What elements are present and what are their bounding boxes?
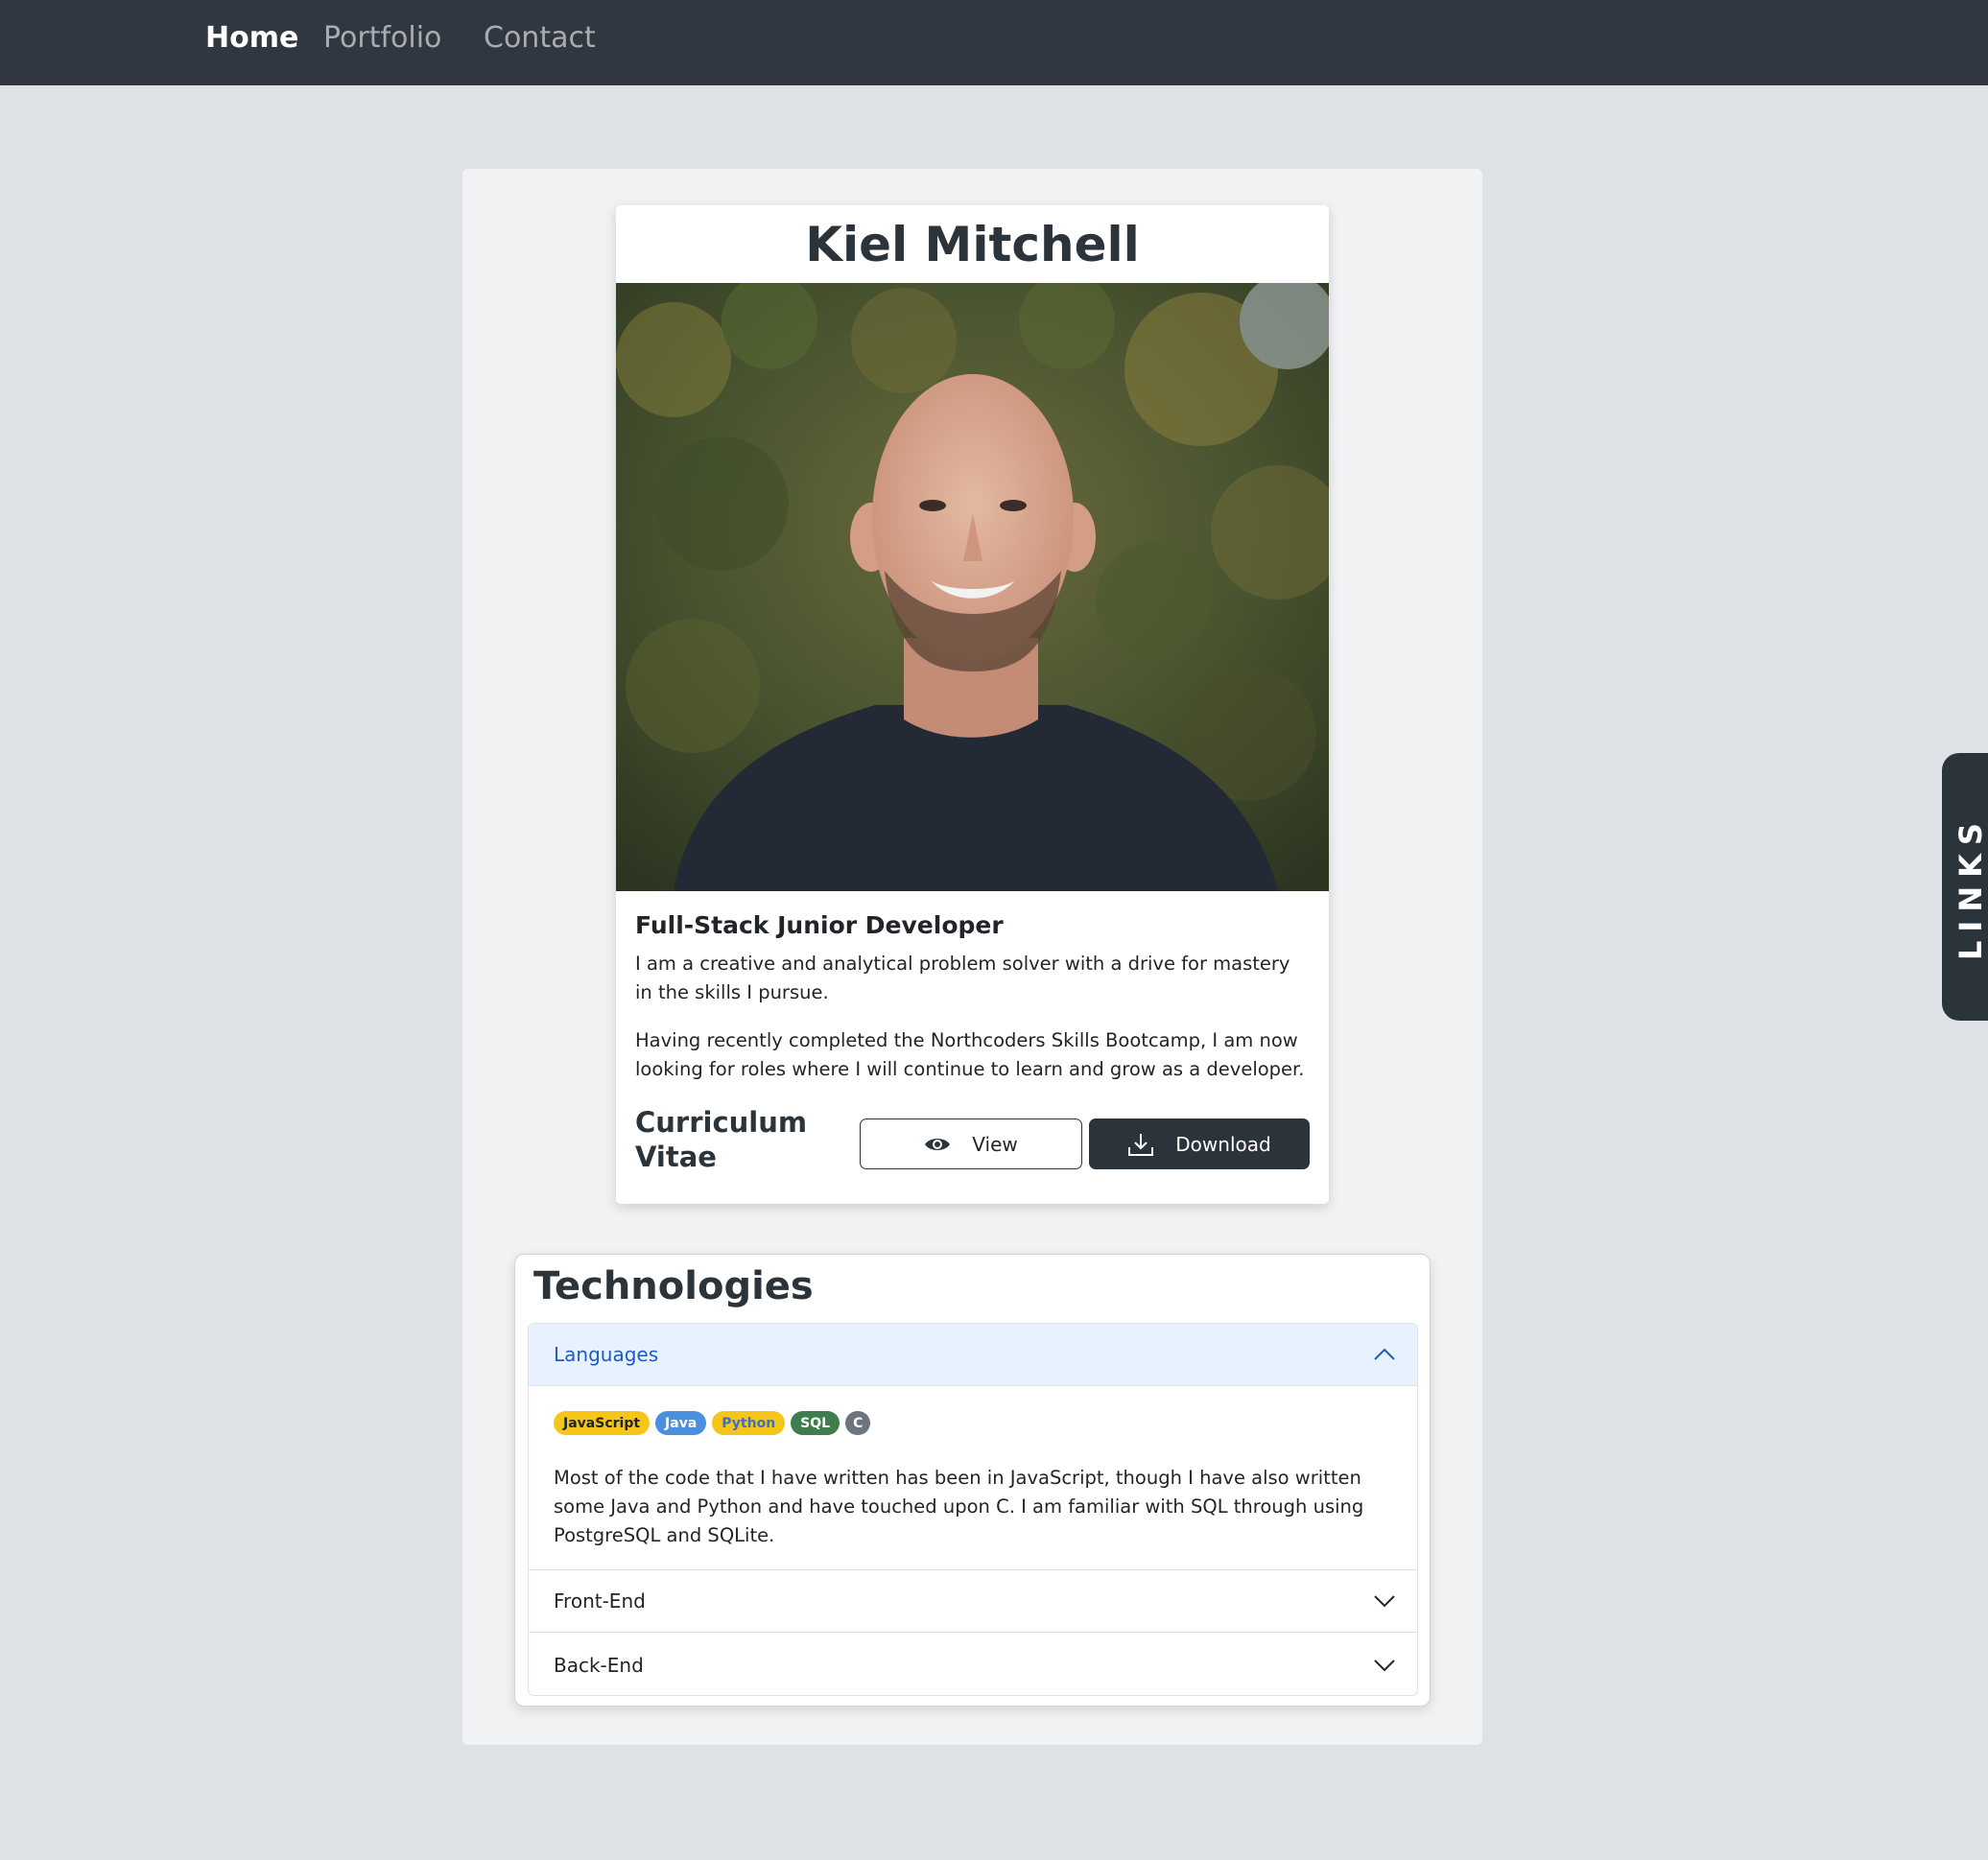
badge-c: C [845, 1411, 871, 1435]
technologies-accordion: Languages JavaScript Java Python SQL C M… [528, 1323, 1418, 1696]
links-tab-label: LINKS [1952, 813, 1988, 960]
view-cv-button[interactable]: View [860, 1118, 1082, 1169]
language-badges: JavaScript Java Python SQL C [554, 1411, 871, 1435]
languages-description: Most of the code that I have written has… [554, 1467, 1364, 1546]
accordion-body-languages: JavaScript Java Python SQL C Most of the… [529, 1386, 1417, 1570]
badge-java: Java [655, 1411, 707, 1435]
badge-python: Python [712, 1411, 786, 1435]
cv-label: Curriculum Vitae [635, 1106, 808, 1173]
technologies-title: Technologies [533, 1264, 814, 1308]
accordion-label-languages: Languages [554, 1343, 659, 1366]
badge-javascript: JavaScript [554, 1411, 651, 1435]
chevron-down-icon [1373, 1594, 1396, 1608]
accordion-label-front-end: Front-End [554, 1589, 646, 1613]
links-side-tab[interactable]: LINKS [1942, 753, 1988, 1021]
technologies-card: Technologies Languages JavaScript Java P… [514, 1254, 1431, 1707]
badge-sql: SQL [791, 1411, 840, 1435]
job-title: Full-Stack Junior Developer [635, 911, 1004, 939]
download-cv-label: Download [1175, 1132, 1271, 1156]
top-navbar: Home Portfolio Contact [0, 0, 1988, 85]
nav-link-contact[interactable]: Contact [484, 0, 596, 76]
profile-card: Kiel Mitchell Full-Stack Junior Develope… [616, 205, 1329, 1204]
chevron-down-icon [1373, 1659, 1396, 1672]
bio-paragraph-2: Having recently completed the Northcoder… [635, 1029, 1305, 1080]
download-cv-button[interactable]: Download [1089, 1118, 1310, 1169]
accordion-label-back-end: Back-End [554, 1653, 644, 1677]
accordion-header-back-end[interactable]: Back-End [529, 1634, 1417, 1695]
accordion-header-languages[interactable]: Languages [529, 1324, 1417, 1386]
nav-link-home[interactable]: Home [205, 0, 298, 76]
nav-link-portfolio[interactable]: Portfolio [323, 0, 441, 76]
eye-icon [924, 1135, 951, 1154]
accordion-header-front-end[interactable]: Front-End [529, 1570, 1417, 1633]
profile-photo [616, 283, 1329, 891]
chevron-up-icon [1373, 1348, 1396, 1361]
bio-paragraph-1: I am a creative and analytical problem s… [635, 953, 1290, 1003]
view-cv-label: View [972, 1132, 1018, 1156]
profile-name: Kiel Mitchell [805, 216, 1140, 272]
download-icon [1127, 1132, 1154, 1157]
